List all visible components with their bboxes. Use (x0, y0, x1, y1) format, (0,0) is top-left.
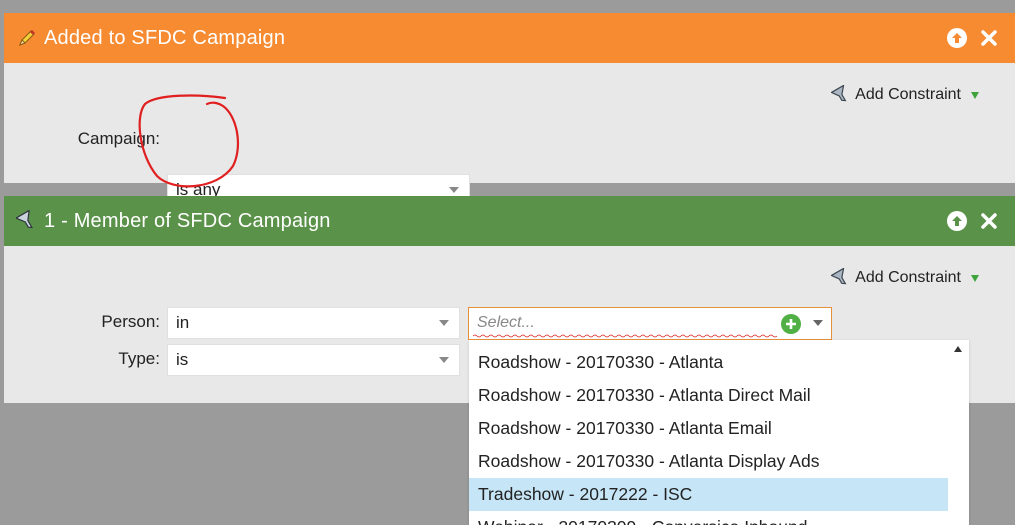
type-operator-value: is (176, 350, 189, 369)
add-constraint-label: Add Constraint (855, 86, 961, 103)
type-operator-select[interactable]: is (167, 344, 460, 376)
chevron-down-icon (439, 320, 449, 326)
close-icon (981, 213, 997, 229)
dropdown-option[interactable]: Roadshow - 20170330 - Atlanta Email (469, 412, 948, 445)
arrow-up-icon (952, 33, 962, 43)
move-up-button[interactable] (947, 28, 967, 48)
dropdown-option[interactable]: Tradeshow - 2017222 - ISC (469, 478, 948, 511)
panel-title: 1 - Member of SFDC Campaign (44, 209, 331, 232)
filter-funnel-icon (831, 268, 851, 288)
chevron-down-icon (449, 187, 459, 193)
add-constraint-label: Add Constraint (855, 269, 961, 286)
arrow-up-icon (952, 216, 962, 226)
panel-body: Add Constraint Campaign: is any (4, 63, 1015, 206)
campaign-search-placeholder: Select... (477, 314, 535, 331)
person-label: Person: (101, 312, 160, 331)
trigger-panel-added-to-sfdc-campaign: Added to SFDC Campaign Add Constraint Ca… (4, 13, 1015, 206)
filter-funnel-icon (16, 210, 38, 232)
type-label: Type: (118, 349, 160, 368)
close-icon (981, 30, 997, 46)
pencil-icon (16, 27, 38, 49)
campaign-dropdown-list: Roadshow - 20170330 - Atlanta Roadshow - … (469, 340, 969, 525)
chevron-down-icon (439, 357, 449, 363)
triangle-down-icon (971, 274, 979, 282)
person-operator-select[interactable]: in (167, 307, 460, 339)
add-constraint-link[interactable]: Add Constraint (831, 85, 979, 105)
scroll-up-arrow-icon[interactable] (954, 346, 962, 352)
panel-title: Added to SFDC Campaign (44, 26, 286, 49)
chevron-down-icon[interactable] (813, 320, 823, 326)
dropdown-option[interactable]: Roadshow - 20170330 - Atlanta Direct Mai… (469, 379, 948, 412)
campaign-label: Campaign: (77, 129, 160, 148)
add-constraint-link[interactable]: Add Constraint (831, 268, 979, 288)
add-button[interactable] (781, 314, 801, 334)
move-up-button[interactable] (947, 211, 967, 231)
campaign-search-input[interactable]: Select... (468, 307, 832, 340)
person-operator-value: in (176, 313, 190, 332)
close-button[interactable] (979, 211, 999, 231)
close-button[interactable] (979, 28, 999, 48)
triangle-down-icon (971, 91, 979, 99)
plus-icon (786, 319, 796, 329)
spellcheck-underline (473, 334, 777, 338)
dropdown-option[interactable]: Roadshow - 20170330 - Atlanta Display Ad… (469, 445, 948, 478)
panel-header: 1 - Member of SFDC Campaign (4, 196, 1015, 246)
dropdown-option[interactable]: Webinar - 20170309 - Conversica Inbound (469, 511, 948, 525)
dropdown-option[interactable]: Roadshow - 20170330 - Atlanta (469, 346, 948, 379)
panel-header: Added to SFDC Campaign (4, 13, 1015, 63)
filter-funnel-icon (831, 85, 851, 105)
dropdown-scrollbar[interactable] (948, 340, 969, 525)
